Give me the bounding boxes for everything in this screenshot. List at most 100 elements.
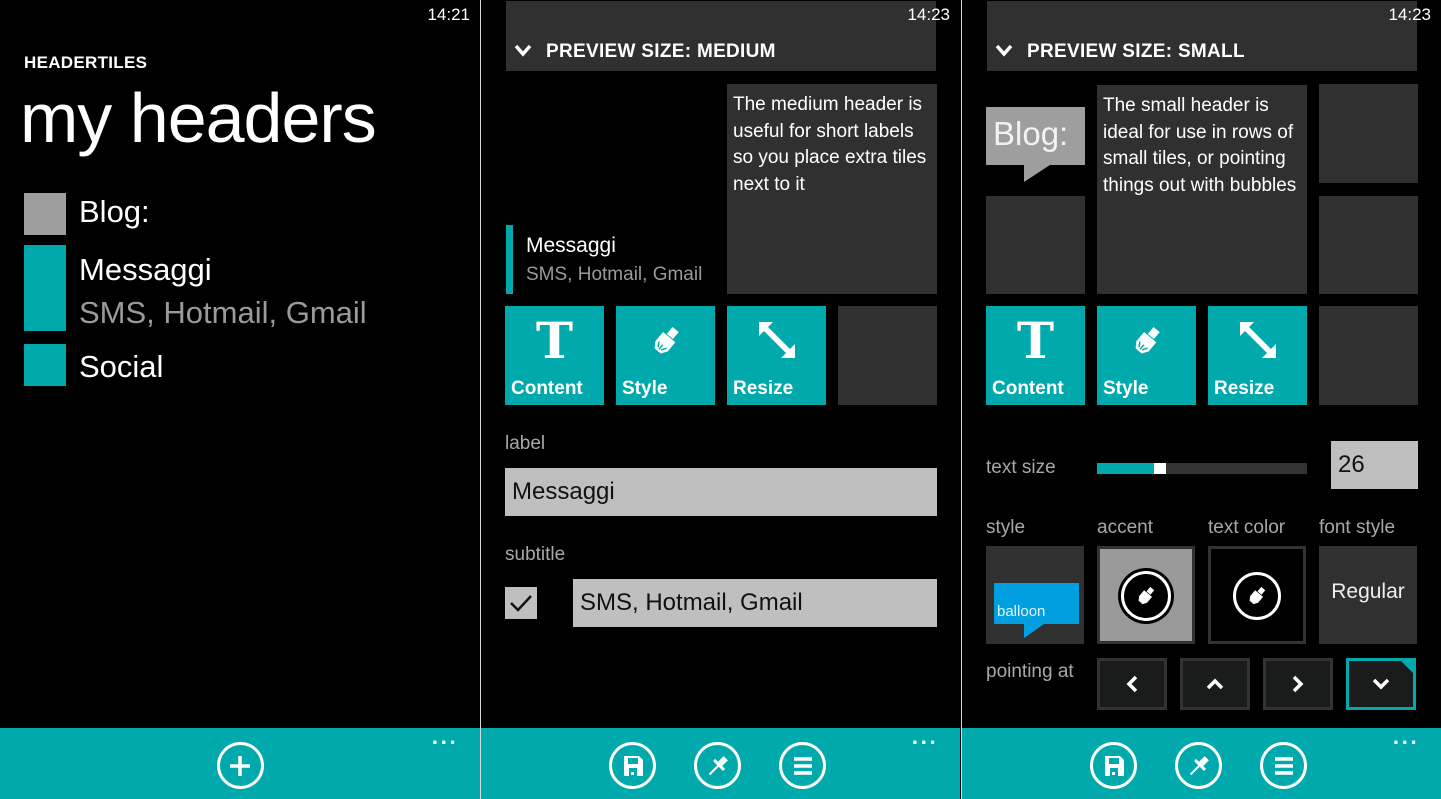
small-tile — [1319, 84, 1418, 183]
point-left-button[interactable] — [1097, 658, 1167, 710]
font-style-picker[interactable]: Regular — [1319, 546, 1417, 644]
chevron-left-icon — [1126, 675, 1138, 693]
more-menu-button[interactable]: ... — [911, 730, 938, 748]
app-bar: ... — [962, 728, 1441, 799]
header-swatch — [24, 193, 66, 235]
description-text: The small header is ideal for use in row… — [1103, 95, 1297, 196]
content-button[interactable]: T Content — [505, 306, 604, 405]
empty-tile — [1319, 306, 1418, 405]
save-button[interactable] — [1090, 742, 1137, 789]
content-button[interactable]: T Content — [986, 306, 1085, 405]
list-button[interactable] — [1260, 742, 1307, 789]
small-tile — [986, 196, 1085, 294]
add-button[interactable] — [216, 742, 264, 789]
chevron-down-icon — [1372, 678, 1390, 690]
text-color-brush-button — [1233, 572, 1281, 620]
save-button[interactable] — [609, 742, 656, 789]
text-size-input[interactable] — [1331, 441, 1418, 489]
description-tile: The small header is ideal for use in row… — [1097, 85, 1307, 294]
slider-fill — [1097, 463, 1154, 474]
style-picker[interactable]: balloon — [986, 546, 1084, 644]
page-title: my headers — [20, 79, 377, 157]
accent-brush-button — [1121, 571, 1171, 621]
description-text: The medium header is useful for short la… — [733, 94, 927, 195]
resize-icon — [758, 322, 795, 358]
status-clock: 14:23 — [1388, 5, 1431, 24]
list-icon — [793, 756, 812, 775]
text-size-slider[interactable] — [1097, 463, 1307, 474]
style-button[interactable]: Style — [616, 306, 715, 405]
resize-label: Resize — [733, 378, 794, 399]
style-value: balloon — [997, 603, 1046, 620]
edit-small-screen: PREVIEW SIZE: SMALL 14:23 Blog: The smal… — [962, 0, 1441, 799]
preview-size-label: PREVIEW SIZE: SMALL — [1027, 41, 1245, 62]
pin-button[interactable] — [694, 742, 741, 789]
resize-label: Resize — [1214, 378, 1275, 399]
balloon-tail — [1024, 624, 1044, 638]
accent-caption: accent — [1097, 517, 1153, 538]
more-menu-button[interactable]: ... — [431, 730, 458, 748]
checkmark-icon — [510, 595, 532, 612]
status-clock: 14:21 — [427, 5, 470, 24]
bubble-tail — [1024, 165, 1050, 182]
text-color-picker[interactable] — [1208, 546, 1306, 644]
header-swatch — [24, 344, 66, 386]
resize-button[interactable]: Resize — [1208, 306, 1307, 405]
point-down-button[interactable] — [1346, 658, 1416, 710]
preview-size-label: PREVIEW SIZE: MEDIUM — [546, 41, 776, 62]
header-subtitle: SMS, Hotmail, Gmail — [79, 295, 367, 330]
subtitle-checkbox[interactable] — [505, 587, 537, 619]
header-item-blog[interactable]: Blog: — [24, 193, 367, 235]
brush-icon — [1135, 326, 1160, 354]
text-size-caption: text size — [986, 457, 1056, 478]
slider-thumb[interactable] — [1154, 463, 1166, 474]
chevron-up-icon — [1206, 678, 1224, 690]
selected-corner-marker — [1400, 660, 1414, 674]
chevron-down-icon — [995, 44, 1013, 57]
save-icon — [1104, 755, 1124, 776]
header-item-messaggi[interactable]: Messaggi SMS, Hotmail, Gmail — [24, 245, 367, 334]
brush-icon — [1249, 586, 1266, 605]
style-label: Style — [622, 378, 668, 399]
preview-size-toggle[interactable]: PREVIEW SIZE: SMALL — [987, 1, 1417, 71]
header-list: Blog: Messaggi SMS, Hotmail, Gmail Socia… — [24, 193, 367, 398]
preview-subtitle: SMS, Hotmail, Gmail — [526, 264, 703, 285]
header-swatch — [24, 245, 66, 331]
label-input[interactable] — [505, 468, 937, 516]
save-icon — [623, 755, 643, 776]
my-headers-screen: 14:21 HEADERTILES my headers Blog: Messa… — [0, 0, 480, 799]
point-right-button[interactable] — [1263, 658, 1333, 710]
preview-size-toggle[interactable]: PREVIEW SIZE: MEDIUM — [506, 1, 936, 71]
point-up-button[interactable] — [1180, 658, 1250, 710]
pin-button[interactable] — [1175, 742, 1222, 789]
brush-icon — [654, 326, 679, 354]
brush-icon — [1138, 586, 1155, 605]
style-button[interactable]: Style — [1097, 306, 1196, 405]
text-icon: T — [535, 311, 574, 370]
header-accent-bar — [506, 225, 513, 294]
add-icon — [230, 755, 250, 776]
style-caption: style — [986, 517, 1026, 538]
small-tile — [1319, 196, 1418, 294]
accent-color-picker[interactable] — [1097, 546, 1195, 644]
header-label: Blog: — [79, 194, 150, 229]
empty-tile — [838, 306, 937, 405]
header-item-social[interactable]: Social — [24, 344, 367, 388]
pin-icon — [1189, 755, 1209, 775]
list-button[interactable] — [779, 742, 826, 789]
resize-button[interactable]: Resize — [727, 306, 826, 405]
app-title: HEADERTILES — [24, 53, 148, 72]
label-caption: label — [505, 433, 546, 454]
app-bar: ... — [481, 728, 960, 799]
chevron-right-icon — [1292, 675, 1304, 693]
font-style-caption: font style — [1319, 517, 1396, 538]
content-label: Content — [992, 378, 1064, 399]
subtitle-input[interactable] — [573, 579, 937, 627]
chevron-down-icon — [514, 44, 532, 57]
text-color-caption: text color — [1208, 517, 1286, 538]
preview-label: Messaggi — [526, 234, 616, 257]
content-label: Content — [511, 378, 583, 399]
text-icon: T — [1016, 311, 1055, 370]
status-clock: 14:23 — [907, 5, 950, 24]
more-menu-button[interactable]: ... — [1392, 730, 1419, 748]
